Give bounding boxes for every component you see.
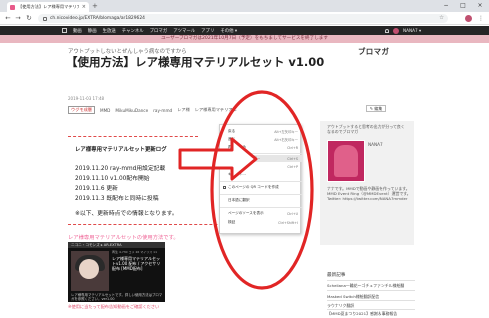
minimize-button[interactable]: − [438, 0, 454, 12]
embed-header: ニコニ・コモンズ ▸ AR-EXTRA [68, 242, 165, 248]
log-line: 2019.11.10 v1.00配布開始 [75, 176, 150, 182]
nav-item-seiga[interactable]: 静画 [88, 28, 97, 34]
profile-image[interactable] [327, 140, 365, 182]
article-title: 【使用方法】レア様専用マテリアルセット v1.00 [66, 55, 325, 69]
url-bar[interactable]: ch.nicovideo.jp/EXTRA/blomaga/ar1829624 … [38, 14, 448, 23]
profile-intro: アウトプットすると思考の出力が分って良くなるのでブロマガ [327, 124, 405, 134]
close-tab-icon[interactable]: × [82, 4, 86, 10]
forward-button[interactable]: → [14, 14, 22, 23]
url-text[interactable]: ch.nicovideo.jp/EXTRA/blomaga/ar1829624 [50, 16, 145, 21]
tag-list: ウグモ成層 MMD MikuMikuDance ray-mmd レア様 レア様専… [68, 106, 237, 114]
video-title-link[interactable]: レア様専用マテリアルセットv1.00 配布 / アクセサリ配布 [MMD配布] [112, 256, 162, 271]
profile-name[interactable]: NANA7 [368, 142, 383, 147]
log-line: 2019.11.6 更新 [75, 186, 118, 192]
service-end-notice[interactable]: ユーザーブロマガは2021年10月7日（予定）をもちましてサービスを終了します [0, 35, 489, 43]
tab-title: 【使用方法】レア様専用マテリアルセ [18, 4, 79, 9]
profile-description: ナナです。MMDで動画や静画を作っています。MMD Event Ring（@MM… [327, 186, 411, 202]
nav-item-channel[interactable]: チャンネル [122, 28, 144, 34]
browser-tab-strip: 【使用方法】レア様専用マテリアルセ × + − □ × [0, 0, 489, 12]
user-area: NANA7 ▾ [385, 26, 421, 35]
reload-button[interactable]: ↻ [25, 14, 33, 23]
latest-article-link[interactable]: Scheliana一輪花～ゴチュファンチル様絵翻 [327, 283, 415, 289]
update-log-heading: レア様専用マテリアルセット更新ログ [75, 147, 167, 153]
divider [327, 309, 415, 310]
dashed-divider [68, 136, 198, 137]
menu-item-reload[interactable]: 再読み込み Ctrl+R [220, 144, 302, 151]
nav-item-video[interactable]: 動画 [73, 28, 82, 34]
favicon-icon [10, 4, 15, 10]
tag-item[interactable]: レア様 [177, 107, 190, 113]
qr-code-icon [222, 185, 226, 190]
window-close-button[interactable]: × [472, 0, 488, 12]
nav-item-app[interactable]: アプリ [201, 28, 214, 34]
menu-item-view-source[interactable]: ページのソースを表示 Ctrl+U [220, 210, 302, 217]
address-bar-row: ← → ↻ ch.nicovideo.jp/EXTRA/blomaga/ar18… [0, 12, 489, 25]
menu-item-save-as[interactable]: 名前を付けて保存... Ctrl+S [220, 155, 302, 162]
nav-item-more[interactable]: その他 ▾ [220, 28, 237, 34]
tag-item[interactable]: ray-mmd [153, 108, 172, 113]
log-line: 2019.11.20 ray-mmd用設定記載 [75, 166, 166, 172]
nav-item-atsumaru[interactable]: アツマール [173, 28, 195, 34]
latest-articles-heading: 最新記事 [327, 273, 346, 278]
context-menu: 戻る Alt+左矢印キー 進む Alt+右矢印キー 再読み込み Ctrl+R 名… [219, 124, 302, 234]
bell-icon[interactable] [385, 28, 389, 33]
video-embed[interactable]: ニコニ・コモンズ ▸ AR-EXTRA 再生 4,730 コメ 26 マイリス … [68, 242, 165, 302]
menu-item-inspect[interactable]: 検証 Ctrl+Shift+I [220, 219, 302, 226]
embed-footnote: ※使用に当たって配布告知動画をご確認ください [68, 304, 160, 309]
maximize-button[interactable]: □ [455, 0, 471, 12]
home-icon[interactable] [62, 28, 67, 33]
bookmark-star-icon[interactable]: ☆ [439, 14, 444, 23]
video-stats: 再生 4,730 コメ 26 マイリス 11 [112, 250, 157, 254]
divider [327, 280, 415, 281]
site-nav: 動画 静画 生放送 チャンネル ブロマガ アツマール アプリ その他 ▾ NAN… [0, 26, 489, 35]
new-tab-button[interactable]: + [92, 2, 98, 10]
back-button[interactable]: ← [4, 14, 12, 23]
nav-item-blomaga[interactable]: ブロマガ [150, 28, 168, 34]
tag-item[interactable]: レア様専用マテリアル [195, 107, 237, 113]
tag-item[interactable]: MikuMikuDance [115, 108, 148, 113]
menu-item-forward[interactable]: 進む Alt+右矢印キー [220, 136, 302, 143]
lock-icon [43, 16, 47, 21]
menu-item-cast[interactable]: キャスト... [220, 171, 302, 178]
divider [327, 290, 415, 291]
log-line: 2019.11.3 既配布と同時に投稿 [75, 196, 159, 202]
edit-button[interactable]: ✎ 編集 [366, 105, 386, 112]
browser-tab[interactable]: 【使用方法】レア様専用マテリアルセ × [7, 2, 89, 12]
menu-item-translate[interactable]: 日本語に翻訳 [220, 197, 302, 204]
nav-item-live[interactable]: 生放送 [103, 28, 116, 34]
menu-item-back[interactable]: 戻る Alt+左矢印キー [220, 128, 302, 135]
user-name[interactable]: NANA7 ▾ [403, 28, 421, 33]
browser-menu-icon[interactable]: ⋮ [478, 14, 484, 23]
divider [327, 300, 415, 301]
update-note: ※以下、更新時点での情報となります。 [75, 211, 178, 217]
tag-item[interactable]: MMD [100, 108, 110, 113]
menu-item-print[interactable]: 印刷... Ctrl+P [220, 163, 302, 170]
article-date: 2019-11-03 17:48 [68, 96, 105, 101]
profile-avatar[interactable] [465, 15, 472, 22]
tag-item[interactable]: ウグモ成層 [68, 106, 95, 114]
blog-tagline[interactable]: アウトプットしないとぜんしゃう病なのですから [68, 47, 187, 55]
usage-intro-text: レア様専用マテリアルセットの使用方法です。 [68, 235, 179, 241]
video-description: レア様専用マテリアルセットです。詳しい使用方法はブロマガを参照ください。ver1… [71, 293, 163, 302]
menu-item-qr-code[interactable]: このページの QR コードを作成 [220, 184, 302, 191]
user-avatar[interactable] [393, 27, 399, 34]
latest-article-link[interactable]: 【MMD夏まつり2021】感謝＆事務報告 [327, 311, 415, 317]
video-thumbnail[interactable] [71, 251, 109, 291]
